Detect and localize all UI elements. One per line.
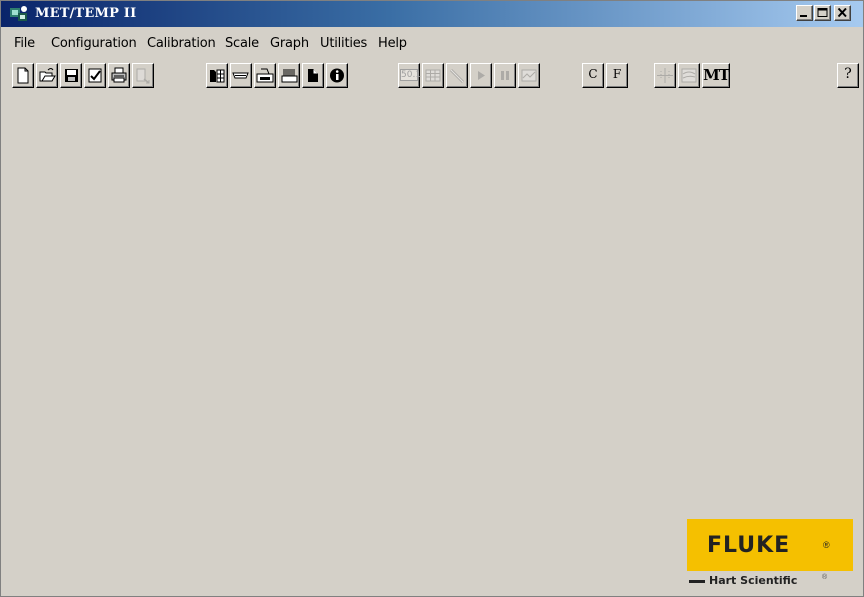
scanner-button[interactable] <box>254 63 276 88</box>
brand-name: FLUKE <box>707 533 791 558</box>
logo-subtitle-text: Hart Scientific <box>709 574 798 587</box>
bath-icon <box>281 69 298 83</box>
fluke-logo: FLUKE ® Hart Scientific ® <box>687 519 853 589</box>
scanner-icon <box>256 68 274 83</box>
menu-scale[interactable]: Scale <box>225 36 259 51</box>
window-title: MET/TEMP II <box>35 6 137 21</box>
menu-graph[interactable]: Graph <box>270 36 309 51</box>
save-disk-icon <box>65 69 78 82</box>
info-icon <box>330 68 344 83</box>
play-icon <box>478 71 485 80</box>
pause-icon <box>501 71 509 80</box>
help-icon: ? <box>844 66 852 82</box>
bath-button[interactable] <box>278 63 300 88</box>
maximize-button[interactable] <box>814 5 831 21</box>
brand-registered-mark: ® <box>823 540 830 550</box>
crosshair-icon <box>657 68 673 83</box>
verify-button[interactable] <box>84 63 106 88</box>
app-logo-icon[interactable] <box>9 5 29 23</box>
open-folder-icon <box>39 68 56 82</box>
logo-subtitle: Hart Scientific ® <box>687 574 853 588</box>
close-button[interactable] <box>834 5 851 21</box>
open-file-button[interactable] <box>36 63 58 88</box>
table-icon <box>425 69 441 82</box>
celsius-label: C <box>588 67 598 81</box>
menu-file[interactable]: File <box>14 36 35 51</box>
info-button[interactable] <box>326 63 348 88</box>
probe-disabled-icon <box>449 68 465 84</box>
menu-calibration[interactable]: Calibration <box>147 36 216 51</box>
fluke-logo-box: FLUKE ® <box>687 519 853 571</box>
menu-utilities[interactable]: Utilities <box>320 36 367 51</box>
mt-label: MT <box>703 66 730 84</box>
app-window: MET/TEMP II File Configuration Calibrati… <box>0 0 864 597</box>
minimize-icon <box>800 15 807 17</box>
new-file-icon <box>17 67 29 84</box>
instrument-setup-icon <box>210 69 225 83</box>
new-file-button[interactable] <box>12 63 34 88</box>
maximize-icon <box>817 8 828 17</box>
chart-button[interactable] <box>678 63 700 88</box>
print-button[interactable] <box>108 63 130 88</box>
menu-help[interactable]: Help <box>378 36 407 51</box>
document-button[interactable] <box>302 63 324 88</box>
menu-configuration[interactable]: Configuration <box>51 36 137 51</box>
graph-icon <box>521 69 537 82</box>
logo-subtitle-registered-mark: ® <box>822 574 828 581</box>
probe-disabled-button[interactable] <box>446 63 468 88</box>
celsius-button[interactable]: C <box>582 63 604 88</box>
chart-icon <box>681 68 697 83</box>
fahrenheit-button[interactable]: F <box>606 63 628 88</box>
toolbar: 50.1 C F MT ? <box>1 59 863 97</box>
close-icon <box>837 8 847 18</box>
printer-icon <box>111 67 127 83</box>
export-button[interactable] <box>132 63 154 88</box>
pause-button[interactable] <box>494 63 516 88</box>
title-bar[interactable]: MET/TEMP II <box>1 1 863 27</box>
probe-icon <box>232 72 249 79</box>
minimize-button[interactable] <box>796 5 813 21</box>
table-button[interactable] <box>422 63 444 88</box>
menu-bar: File Configuration Calibration Scale Gra… <box>1 28 863 58</box>
readout-button[interactable]: 50.1 <box>398 63 422 88</box>
logo-dash <box>689 580 705 583</box>
graph-button[interactable] <box>518 63 540 88</box>
mt-button[interactable]: MT <box>702 63 730 88</box>
checkmark-icon <box>88 68 102 83</box>
crosshair-button[interactable] <box>654 63 676 88</box>
help-button[interactable]: ? <box>837 63 859 88</box>
probe-button[interactable] <box>230 63 252 88</box>
readout-label: 50.1 <box>400 69 422 81</box>
fahrenheit-label: F <box>612 67 622 81</box>
instrument-setup-button[interactable] <box>206 63 228 88</box>
export-icon <box>136 68 150 84</box>
save-button[interactable] <box>60 63 82 88</box>
document-icon <box>308 69 318 82</box>
play-button[interactable] <box>470 63 492 88</box>
